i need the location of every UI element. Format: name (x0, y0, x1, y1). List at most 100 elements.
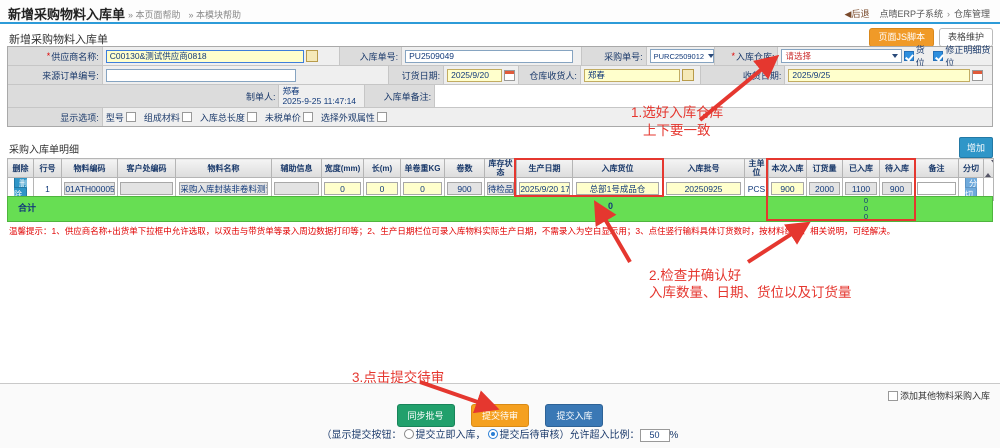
submit-review-button[interactable]: 提交待审 (471, 404, 529, 427)
receiver-cell: 郑春 (581, 66, 701, 84)
aux-info-field (274, 182, 319, 195)
chevron-down-icon (708, 54, 714, 58)
system-link[interactable]: 点晴ERP子系统 (879, 9, 943, 19)
col-qty-received: 已入库 (843, 159, 880, 178)
supplier-lookup-icon[interactable] (306, 50, 318, 62)
radio-review[interactable] (488, 429, 498, 439)
inbound-no-input[interactable]: PU2509049 (405, 50, 573, 63)
form-row-1: *供应商名称: C00130&测试供应商0818 入库单号: PU2509049… (8, 47, 992, 66)
radio-immediate-label: 提交立即入库， (416, 430, 486, 441)
nav-separator: › (947, 9, 950, 19)
footer: 添加其他物料采购入库 同步批号 提交待审 提交入库 （显示提交按钮：提交立即入库… (0, 384, 1000, 448)
total-roll-count: 0 (608, 201, 613, 211)
recv-date-cell: 2025/9/25 (785, 66, 992, 84)
add-row-button[interactable]: 增加 (959, 137, 993, 158)
col-roll-count: 卷数 (445, 159, 485, 178)
chevron-down-icon (892, 54, 898, 58)
maker-label: 制单人: (8, 85, 279, 107)
annotation-step2-line2: 入库数量、日期、货位以及订货量 (649, 281, 852, 301)
slot-checkbox[interactable] (904, 51, 914, 61)
inbound-form: *供应商名称: C00130&测试供应商0818 入库单号: PU2509049… (7, 46, 993, 127)
col-item-code: 物料编码 (62, 159, 118, 178)
purchase-no-cell: PURC2509012 (647, 47, 715, 65)
warehouse-select[interactable]: 请选择 (781, 49, 901, 63)
calendar-icon[interactable] (972, 70, 983, 81)
inbound-no-label: 入库单号: (340, 47, 402, 65)
order-date-input[interactable]: 2025/9/20 (447, 69, 502, 82)
submit-inbound-button[interactable]: 提交入库 (545, 404, 603, 427)
col-sort (984, 159, 994, 178)
supplier-label: *供应商名称: (8, 47, 103, 65)
item-name-field: 采购入库封装非卷料测试 (179, 182, 267, 195)
module-link[interactable]: 仓库管理 (954, 9, 990, 19)
qty-in-input[interactable]: 900 (771, 182, 804, 195)
help-page-link[interactable]: » 本页面帮助 (128, 10, 181, 20)
source-order-cell (103, 66, 389, 84)
qty-pending-field: 900 (882, 182, 912, 195)
opt-appearance-checkbox[interactable] (377, 112, 387, 122)
col-item-name: 物料名称 (176, 159, 272, 178)
length-input[interactable]: 0 (366, 182, 398, 195)
col-qty-pending: 待入库 (880, 159, 915, 178)
maker-time: 2025-9-25 11:47:14 (282, 96, 356, 106)
back-link[interactable]: ◀后退 (845, 9, 870, 19)
col-remark: 备注 (915, 159, 959, 178)
recv-date-input[interactable]: 2025/9/25 (788, 69, 970, 82)
add-other-checkbox[interactable] (888, 391, 898, 401)
customer-code-field (120, 182, 172, 195)
warehouse-cell: 请选择 货位 修正明细货位 (778, 47, 992, 65)
col-delete: 删除 (8, 159, 34, 178)
add-other-label: 添加其他物料采购入库 (900, 389, 990, 402)
breadcrumb: » 本页面帮助 » 本模块帮助 (128, 8, 249, 21)
top-bar: 新增采购物料入库单 » 本页面帮助» 本模块帮助 ◀后退点晴ERP子系统›仓库管… (0, 0, 1000, 22)
opt-price-checkbox[interactable] (303, 112, 313, 122)
roll-weight-input[interactable]: 0 (403, 182, 442, 195)
fix-slot-checkbox[interactable] (933, 51, 943, 61)
footer-buttons: 同步批号 提交待审 提交入库 (0, 404, 1000, 427)
annotation-step1-line1: 1.选好入库仓库 (631, 101, 723, 121)
radio-review-label: 提交后待审核） (500, 430, 570, 441)
ratio-label: 允许超入比例： (570, 430, 640, 441)
help-module-link[interactable]: » 本模块帮助 (189, 10, 242, 20)
opt-material-checkbox[interactable] (182, 112, 192, 122)
col-qty-ordered: 订货量 (807, 159, 843, 178)
production-date-input[interactable]: 2025/9/20 17 (519, 182, 569, 195)
col-roll-weight: 单卷重KG (401, 159, 445, 178)
slot-input[interactable]: 总部1号成品仓 (576, 182, 659, 195)
form-row-2: 来源订单编号: 订货日期: 2025/9/20 仓库收货人: 郑春 收货日期: … (8, 66, 992, 85)
opt-model-checkbox[interactable] (126, 112, 136, 122)
detail-table: 删除 行号 物料编码 客户处编码 物料名称 辅助信息 宽度(mm) 长(m) 单… (7, 158, 994, 201)
col-slot: 入库货位 (573, 159, 663, 178)
opt-length-checkbox[interactable] (247, 112, 257, 122)
col-unit: 主单位 (745, 159, 769, 178)
purchase-no-select[interactable]: PURC2509012 (650, 49, 714, 63)
roll-count-field: 900 (447, 182, 482, 195)
top-right-nav: ◀后退点晴ERP子系统 › 仓库管理 (845, 7, 990, 20)
calendar-icon[interactable] (504, 70, 515, 81)
opt-model-label: 型号 (106, 111, 124, 124)
ratio-input[interactable] (640, 429, 670, 442)
receiver-lookup-icon[interactable] (682, 69, 694, 81)
form-row-3: 制单人: 郑春2025-9-25 11:47:14 入库单备注: (8, 85, 992, 108)
col-qty-in: 本次入库 (769, 159, 807, 178)
supplier-cell: C00130&测试供应商0818 (103, 47, 340, 65)
sort-icon[interactable] (985, 164, 994, 173)
detail-header-row: 删除 行号 物料编码 客户处编码 物料名称 辅助信息 宽度(mm) 长(m) 单… (8, 159, 994, 178)
width-input[interactable]: 0 (324, 182, 361, 195)
remark-row-input[interactable] (917, 182, 956, 195)
supplier-input[interactable]: C00130&测试供应商0818 (106, 50, 304, 63)
receiver-label: 仓库收货人: (519, 66, 581, 84)
percent-sign: % (670, 430, 679, 441)
radio-immediate[interactable] (404, 429, 414, 439)
opt-length-label: 入库总长度 (200, 111, 245, 124)
col-split: 分切 (959, 159, 984, 178)
header-divider (0, 22, 1000, 24)
batch-no-input[interactable]: 20250925 (666, 182, 741, 195)
source-order-input[interactable] (106, 69, 296, 82)
receiver-input[interactable]: 郑春 (584, 69, 680, 82)
purchase-no-label: 采购单号: (582, 47, 647, 65)
source-order-label: 来源订单编号: (8, 66, 103, 84)
total-qty-stack: 0 0 0 (846, 197, 868, 221)
sync-batch-button[interactable]: 同步批号 (397, 404, 455, 427)
col-production-date: 生产日期 (517, 159, 573, 178)
